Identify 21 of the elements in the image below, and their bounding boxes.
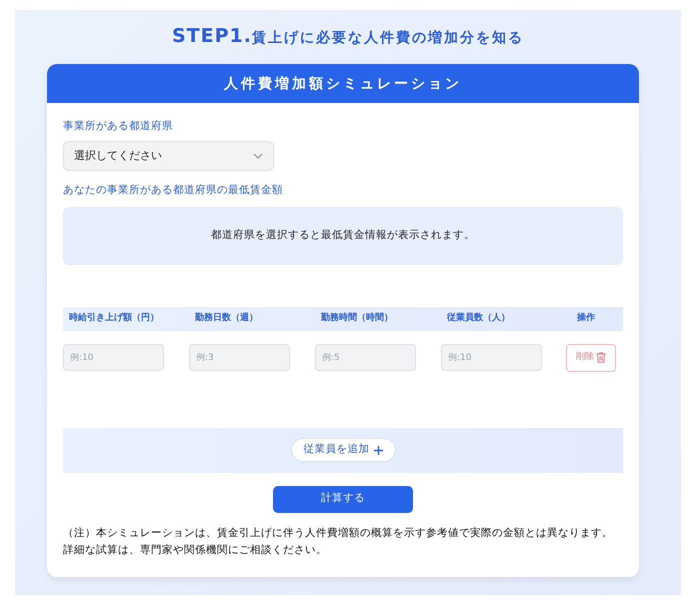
info-message: 都道府県を選択すると最低賃金情報が表示されます。 xyxy=(211,228,475,243)
column-header: 操作 xyxy=(576,312,596,325)
step-heading: STEP1.賃上げに必要な人件費の増加分を知る xyxy=(171,26,525,48)
column-header: 勤務日数（週） xyxy=(195,312,259,325)
number-input[interactable]: 例:10 xyxy=(63,344,164,371)
calculate-button[interactable]: 計算する xyxy=(273,486,413,512)
disclaimer-note: （注）本シミュレーションは、賃金引上げに伴う人件費増額の概算を示す参考値で実際の金額とは異なります。詳細な試算は、専門家や関係機関にご相談ください。 xyxy=(63,526,614,558)
plus-icon xyxy=(374,446,382,454)
column-header: 従業員数（人） xyxy=(447,312,511,325)
column-header: 時給引き上げ額（円） xyxy=(69,312,160,325)
card-title: 人件費増加額シミュレーション xyxy=(47,64,639,103)
add-employee-button[interactable]: 従業員を追加 xyxy=(290,438,396,462)
number-input[interactable]: 例:10 xyxy=(441,344,542,371)
prefecture-select[interactable]: 選択してください xyxy=(63,140,274,171)
number-input[interactable]: 例:5 xyxy=(315,344,416,371)
number-input[interactable]: 例:3 xyxy=(189,344,290,371)
chevron-down-icon xyxy=(253,152,263,159)
field-label: あなたの事業所がある都道府県の最低賃金額 xyxy=(63,182,284,198)
field-label: 事業所がある都道府県 xyxy=(63,119,174,134)
column-header: 勤務時間（時間） xyxy=(321,312,394,325)
trash-icon xyxy=(596,352,606,363)
